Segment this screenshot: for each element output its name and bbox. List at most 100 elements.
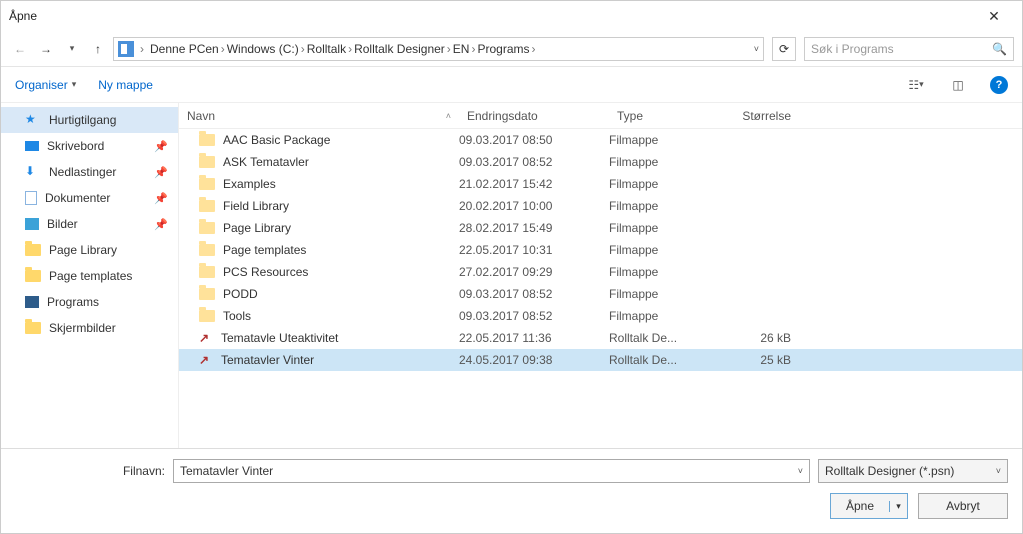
filename-input[interactable]: Tematavler Vinter ˅ (173, 459, 810, 483)
recent-dropdown[interactable]: ▾ (61, 38, 83, 60)
help-button[interactable]: ? (990, 76, 1008, 94)
file-row[interactable]: PCS Resources27.02.2017 09:29Filmappe (179, 261, 1022, 283)
file-name: PCS Resources (223, 265, 308, 279)
file-date: 22.05.2017 11:36 (459, 331, 609, 345)
close-button[interactable]: ✕ (974, 8, 1014, 25)
sidebar-item-label: Dokumenter (45, 191, 110, 205)
chevron-right-icon: › (301, 42, 305, 56)
sidebar-item-page-library[interactable]: Page Library (1, 237, 178, 263)
open-dropdown[interactable]: ▾ (889, 501, 907, 512)
file-row[interactable]: ↗Tematavle Uteaktivitet22.05.2017 11:36R… (179, 327, 1022, 349)
file-row[interactable]: Page Library28.02.2017 15:49Filmappe (179, 217, 1022, 239)
chevron-right-icon: › (140, 42, 144, 56)
sidebar-item-programs[interactable]: Programs (1, 289, 178, 315)
file-type: Filmappe (609, 265, 719, 279)
chevron-right-icon: › (447, 42, 451, 56)
breadcrumb-segment[interactable]: Rolltalk Designer (354, 42, 445, 56)
file-size: 25 kB (719, 353, 799, 367)
sidebar: ★HurtigtilgangSkrivebord📌⬇Nedlastinger📌D… (1, 103, 179, 448)
navbar: ← → ▾ ↑ › Denne PCen›Windows (C:)›Rollta… (1, 31, 1022, 67)
col-name[interactable]: Navn ˄ (179, 109, 459, 123)
pin-icon: 📌 (154, 192, 168, 205)
folder-icon (199, 266, 215, 278)
search-icon: 🔍 (992, 42, 1007, 56)
folder-icon (199, 288, 215, 300)
file-row[interactable]: Examples21.02.2017 15:42Filmappe (179, 173, 1022, 195)
file-date: 24.05.2017 09:38 (459, 353, 609, 367)
preview-pane-button[interactable]: ◫ (948, 75, 968, 95)
chevron-right-icon: › (348, 42, 352, 56)
refresh-button[interactable]: ⟳ (772, 37, 796, 61)
breadcrumb-segment[interactable]: Windows (C:) (227, 42, 299, 56)
chevron-right-icon: › (531, 42, 535, 56)
sidebar-item-dokumenter[interactable]: Dokumenter 📌 (1, 185, 178, 211)
image-icon (25, 218, 39, 230)
search-placeholder: Søk i Programs (811, 42, 992, 56)
file-row[interactable]: AAC Basic Package09.03.2017 08:50Filmapp… (179, 129, 1022, 151)
file-type: Filmappe (609, 309, 719, 323)
breadcrumb-segment[interactable]: Programs (477, 42, 529, 56)
folder-icon (199, 200, 215, 212)
file-type: Filmappe (609, 243, 719, 257)
breadcrumb-segment[interactable]: Rolltalk (307, 42, 346, 56)
file-type: Rolltalk De... (609, 353, 719, 367)
breadcrumb-bar[interactable]: › Denne PCen›Windows (C:)›Rolltalk›Rollt… (113, 37, 764, 61)
view-options-button[interactable]: ☷ ▾ (906, 75, 926, 95)
file-row[interactable]: ASK Tematavler09.03.2017 08:52Filmappe (179, 151, 1022, 173)
file-type: Rolltalk De... (609, 331, 719, 345)
new-folder-button[interactable]: Ny mappe (98, 78, 153, 92)
chevron-right-icon: › (471, 42, 475, 56)
col-type[interactable]: Type (609, 109, 719, 123)
chevron-down-icon: ▾ (72, 79, 77, 90)
file-name: Tematavle Uteaktivitet (221, 331, 338, 345)
sidebar-item-page-templates[interactable]: Page templates (1, 263, 178, 289)
folder-icon (199, 310, 215, 322)
col-date[interactable]: Endringsdato (459, 109, 609, 123)
filename-dropdown-icon[interactable]: ˅ (798, 466, 803, 476)
sidebar-item-skjermbilder[interactable]: Skjermbilder (1, 315, 178, 341)
file-type: Filmappe (609, 221, 719, 235)
breadcrumb-segment[interactable]: Denne PCen (150, 42, 219, 56)
cancel-button[interactable]: Avbryt (918, 493, 1008, 519)
sidebar-item-bilder[interactable]: Bilder📌 (1, 211, 178, 237)
sidebar-item-nedlastinger[interactable]: ⬇Nedlastinger📌 (1, 159, 178, 185)
file-date: 20.02.2017 10:00 (459, 199, 609, 213)
search-input[interactable]: Søk i Programs 🔍 (804, 37, 1014, 61)
sidebar-item-hurtigtilgang[interactable]: ★Hurtigtilgang (1, 107, 178, 133)
sidebar-item-label: Page templates (49, 269, 132, 283)
document-icon (25, 191, 37, 205)
file-row[interactable]: ↗Tematavler Vinter24.05.2017 09:38Rollta… (179, 349, 1022, 371)
file-row[interactable]: Field Library20.02.2017 10:00Filmappe (179, 195, 1022, 217)
file-name: Examples (223, 177, 276, 191)
organize-button[interactable]: Organiser ▾ (15, 78, 76, 92)
file-name: Page templates (223, 243, 306, 257)
back-button[interactable]: ← (9, 38, 31, 60)
sidebar-item-label: Skrivebord (47, 139, 104, 153)
forward-button[interactable]: → (35, 38, 57, 60)
filetype-select[interactable]: Rolltalk Designer (*.psn) ˅ (818, 459, 1008, 483)
folder-icon (199, 178, 215, 190)
up-button[interactable]: ↑ (87, 38, 109, 60)
column-headers: Navn ˄ Endringsdato Type Størrelse (179, 103, 1022, 129)
chevron-right-icon: › (221, 42, 225, 56)
path-dropdown-icon[interactable]: ˅ (754, 44, 759, 54)
toolbar: Organiser ▾ Ny mappe ☷ ▾ ◫ ? (1, 67, 1022, 103)
folder-icon (25, 244, 41, 256)
file-name: Tools (223, 309, 251, 323)
pc-icon (118, 41, 134, 57)
file-list[interactable]: AAC Basic Package09.03.2017 08:50Filmapp… (179, 129, 1022, 448)
folder-icon (199, 244, 215, 256)
download-icon: ⬇ (25, 164, 41, 180)
file-row[interactable]: PODD09.03.2017 08:52Filmappe (179, 283, 1022, 305)
breadcrumb-segment[interactable]: EN (453, 42, 470, 56)
sidebar-item-skrivebord[interactable]: Skrivebord📌 (1, 133, 178, 159)
file-name: ASK Tematavler (223, 155, 309, 169)
file-row[interactable]: Tools09.03.2017 08:52Filmappe (179, 305, 1022, 327)
sidebar-item-label: Bilder (47, 217, 78, 231)
pin-icon: 📌 (154, 166, 168, 179)
col-size[interactable]: Størrelse (719, 109, 799, 123)
file-type: Filmappe (609, 133, 719, 147)
folder-icon (25, 322, 41, 334)
open-button[interactable]: Åpne ▾ (830, 493, 908, 519)
file-row[interactable]: Page templates22.05.2017 10:31Filmappe (179, 239, 1022, 261)
